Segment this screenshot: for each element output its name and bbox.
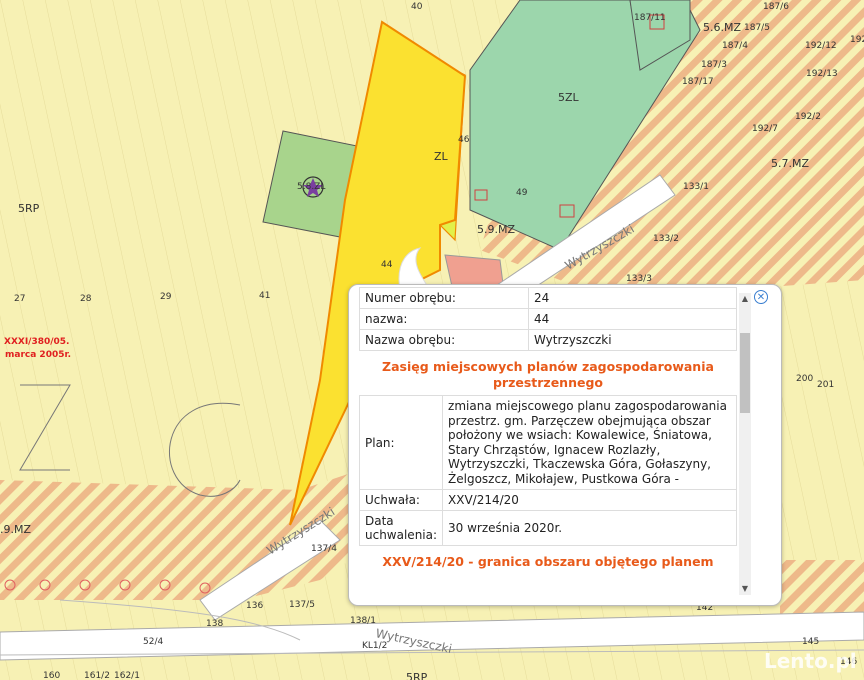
row-key: Data uchwalenia:	[359, 510, 444, 546]
parcel-label: 187/6	[763, 2, 789, 12]
table-row: Data uchwalenia: 30 września 2020r.	[359, 510, 737, 546]
table-row: Uchwała: XXV/214/20	[359, 489, 737, 511]
parcel-label: 201	[817, 380, 834, 390]
parcel-label: 192/7	[752, 124, 778, 134]
scroll-thumb[interactable]	[740, 333, 750, 413]
parcel-label: 187/17	[682, 77, 714, 87]
close-icon[interactable]: ✕	[754, 290, 768, 304]
parcel-label: 133/1	[683, 182, 709, 192]
zone-label: 5RP	[18, 202, 40, 215]
section-title: Zasięg miejscowych planów zagospodarowan…	[382, 359, 714, 390]
plan-info-table: Plan: zmiana miejscowego planu zagospoda…	[359, 395, 737, 546]
parcel-label: KL1/2	[362, 641, 387, 651]
scroll-down-icon[interactable]: ▼	[739, 583, 751, 595]
zone-label: ZL	[434, 150, 449, 163]
zone-label: .9.MZ	[0, 523, 31, 536]
row-value: XXV/214/20	[442, 489, 737, 511]
parcel-label: 137/5	[289, 600, 315, 610]
row-key: nazwa:	[359, 308, 529, 330]
parcel-label: 200	[796, 374, 813, 384]
parcel-label: 133/2	[653, 234, 679, 244]
section-title: XXV/214/20 - granica obszaru objętego pl…	[382, 554, 714, 569]
parcel-label: 162/1	[114, 671, 140, 680]
parcel-label: 187/3	[701, 60, 727, 70]
table-row: nazwa: 44	[359, 308, 737, 330]
parcel-label: 160	[43, 671, 60, 680]
parcel-label: 27	[14, 294, 25, 304]
table-row: Plan: zmiana miejscowego planu zagospoda…	[359, 395, 737, 490]
parcel-label: 161/2	[84, 671, 110, 680]
row-key: Nazwa obrębu:	[359, 329, 529, 351]
parcel-label: 46	[458, 135, 470, 145]
resolution-label: XXXI/380/05.	[4, 337, 69, 347]
row-value: 44	[528, 308, 737, 330]
row-key: Numer obrębu:	[359, 287, 529, 309]
resolution-label: marca 2005r.	[5, 350, 71, 360]
parcel-label: 137/4	[311, 544, 337, 554]
zone-label: 5ZL	[558, 91, 580, 104]
parcel-label: 138/1	[350, 616, 376, 626]
parcel-label: 41	[259, 291, 270, 301]
row-value: Wytrzyszczki	[528, 329, 737, 351]
popup-content: Numer obrębu: 24 nazwa: 44 Nazwa obrębu:…	[359, 287, 737, 597]
zone-label: 5.8.ZL	[297, 182, 325, 192]
watermark-text: Lento.pl	[764, 649, 857, 673]
scroll-up-icon[interactable]: ▲	[739, 293, 751, 305]
zone-label: 5.7.MZ	[771, 157, 809, 170]
parcel-label: 192/13	[806, 69, 838, 79]
row-key: Plan:	[359, 395, 444, 490]
parcel-label: 138	[206, 619, 223, 629]
row-key: Uchwała:	[359, 489, 444, 511]
table-row: Nazwa obrębu: Wytrzyszczki	[359, 329, 737, 351]
row-value: 24	[528, 287, 737, 309]
parcel-label: 52/4	[143, 637, 163, 647]
parcel-info-table: Numer obrębu: 24 nazwa: 44 Nazwa obrębu:…	[359, 287, 737, 351]
row-value: zmiana miejscowego planu zagospodarowani…	[442, 395, 737, 490]
popup-scrollbar[interactable]: ▲ ▼	[739, 293, 751, 595]
parcel-label: 29	[160, 292, 172, 302]
parcel-label: 49	[516, 188, 528, 198]
parcel-label: 187/4	[722, 41, 748, 51]
parcel-label: 28	[80, 294, 92, 304]
parcel-label: 192/2	[795, 112, 821, 122]
row-value: 30 września 2020r.	[442, 510, 737, 546]
table-row: Numer obrębu: 24	[359, 287, 737, 309]
parcel-label: 145	[802, 637, 819, 647]
parcel-label: 133/3	[626, 274, 652, 284]
parcel-label: 40	[411, 2, 423, 12]
zone-label: 5.9.MZ	[477, 223, 515, 236]
feature-info-popup: ✕ ▲ ▼ Numer obrębu: 24 nazwa: 44 Nazwa o…	[348, 284, 782, 606]
zone-label: 5.6.MZ	[703, 21, 741, 34]
parcel-label: 192/1	[850, 35, 864, 45]
parcel-label: 187/11	[634, 13, 666, 23]
parcel-label: 192/12	[805, 41, 837, 51]
parcel-label: 136	[246, 601, 263, 611]
parcel-label: 44	[381, 260, 393, 270]
parcel-label: 187/5	[744, 23, 770, 33]
parcel-label: 5RP	[406, 671, 428, 680]
